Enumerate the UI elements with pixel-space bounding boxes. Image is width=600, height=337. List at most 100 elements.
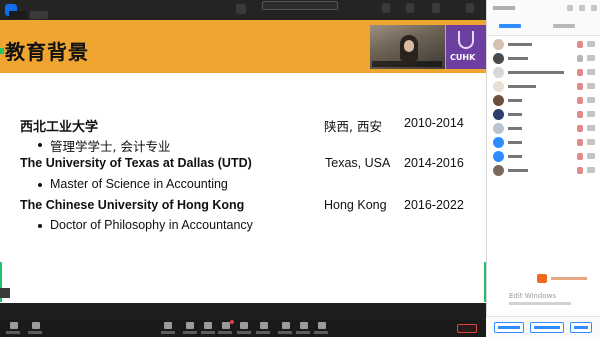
camera-name-tag: [372, 61, 442, 67]
mic-icon[interactable]: [577, 111, 583, 118]
mic-icon[interactable]: [577, 41, 583, 48]
participant-item[interactable]: [487, 94, 600, 108]
camera-icon[interactable]: [587, 167, 595, 173]
view-grid-icon[interactable]: [382, 3, 390, 13]
reactions-label: [256, 331, 270, 334]
camera-icon[interactable]: [587, 125, 595, 131]
windows-watermark: Edit Windows: [509, 292, 557, 300]
bullet-icon: [38, 143, 42, 147]
participant-item[interactable]: [487, 108, 600, 122]
participant-name: [508, 57, 528, 60]
participants-icon[interactable]: [186, 322, 194, 329]
participant-name: [508, 99, 522, 102]
shield-icon[interactable]: [236, 4, 246, 14]
meeting-top-bar: [0, 0, 486, 20]
camera-icon[interactable]: [587, 111, 595, 117]
view-gallery-icon[interactable]: [432, 3, 440, 13]
panel-footer: [486, 316, 600, 337]
participant-item[interactable]: [487, 38, 600, 52]
apps-icon[interactable]: [282, 322, 290, 329]
fullscreen-icon[interactable]: [466, 3, 474, 13]
mic-icon[interactable]: [577, 153, 583, 160]
share-indicator: [0, 48, 4, 54]
participant-item[interactable]: [487, 164, 600, 178]
avatar: [493, 165, 504, 176]
university-location: Hong Kong: [324, 198, 387, 212]
participant-item[interactable]: [487, 136, 600, 150]
chat-icon[interactable]: [204, 322, 212, 329]
participant-item[interactable]: [487, 66, 600, 80]
minimize-icon[interactable]: [579, 5, 585, 11]
mic-icon[interactable]: [577, 167, 583, 174]
bullet-icon: [38, 183, 42, 187]
university-years: 2014-2016: [404, 156, 464, 170]
participant-item[interactable]: [487, 122, 600, 136]
camera-feed[interactable]: [370, 25, 445, 69]
mute-all-button[interactable]: [530, 322, 564, 333]
participant-item[interactable]: [487, 52, 600, 66]
avatar: [493, 123, 504, 134]
mic-icon[interactable]: [577, 97, 583, 104]
camera-icon[interactable]: [587, 139, 595, 145]
avatar: [493, 39, 504, 50]
mic-icon[interactable]: [577, 139, 583, 146]
university-years: 2010-2014: [404, 116, 464, 130]
slide-header: 教育背景 CUHK: [0, 20, 486, 73]
university-years: 2016-2022: [404, 198, 464, 212]
tab-chat[interactable]: [553, 24, 575, 28]
whiteboard-icon[interactable]: [300, 322, 308, 329]
camera-icon[interactable]: [587, 153, 595, 159]
panel-title: [493, 6, 515, 10]
participant-name: [508, 43, 532, 46]
more-label: [314, 331, 328, 334]
participants-panel: [486, 0, 600, 337]
mic-icon[interactable]: [577, 83, 583, 90]
camera-icon[interactable]: [587, 41, 595, 47]
popout-icon[interactable]: [567, 5, 573, 11]
mic-icon[interactable]: [10, 322, 18, 329]
camera-icon[interactable]: [32, 322, 40, 329]
reactions-icon[interactable]: [260, 322, 268, 329]
slide-notes-toggle[interactable]: [0, 288, 10, 298]
end-meeting-button[interactable]: [457, 324, 477, 333]
avatar: [493, 109, 504, 120]
degree: Master of Science in Accounting: [50, 177, 228, 191]
chat-label: [201, 331, 215, 334]
mic-icon[interactable]: [577, 55, 583, 62]
university-location: 陕西, 西安: [324, 119, 382, 134]
participant-name: [508, 85, 536, 88]
camera-label: [28, 331, 42, 334]
person-face: [404, 40, 414, 52]
participant-name: [508, 155, 522, 158]
share-label: [218, 331, 232, 334]
shared-slide: 教育背景 CUHK 西北工业大学 陕西, 西安 2010-2014 管理学学士,…: [0, 20, 486, 303]
camera-icon[interactable]: [587, 97, 595, 103]
meeting-toolbar: [0, 320, 486, 337]
tab-participants[interactable]: [499, 24, 521, 28]
more-options-button[interactable]: [570, 322, 592, 333]
share-icon[interactable]: [222, 322, 230, 329]
participant-name: [508, 141, 522, 144]
university-name: The Chinese University of Hong Kong: [20, 198, 245, 212]
cuhk-logo-text: CUHK: [450, 53, 476, 62]
security-icon[interactable]: [164, 322, 172, 329]
invite-button[interactable]: [494, 322, 524, 333]
participant-item[interactable]: [487, 150, 600, 164]
record-icon[interactable]: [240, 322, 248, 329]
participant-item[interactable]: [487, 80, 600, 94]
close-icon[interactable]: [591, 5, 597, 11]
camera-icon[interactable]: [587, 83, 595, 89]
view-speaker-icon[interactable]: [406, 3, 414, 13]
participant-name: [508, 113, 522, 116]
camera-icon[interactable]: [587, 69, 595, 75]
mic-icon[interactable]: [577, 125, 583, 132]
university-location: Texas, USA: [325, 156, 391, 170]
more-icon[interactable]: [318, 322, 326, 329]
camera-icon[interactable]: [587, 55, 595, 61]
meeting-title: [262, 1, 338, 10]
avatar: [493, 151, 504, 162]
app-logo-wordmark: [551, 277, 587, 280]
university-name: The University of Texas at Dallas (UTD): [20, 156, 252, 170]
mic-icon[interactable]: [577, 69, 583, 76]
pause-share-button[interactable]: [30, 11, 48, 19]
